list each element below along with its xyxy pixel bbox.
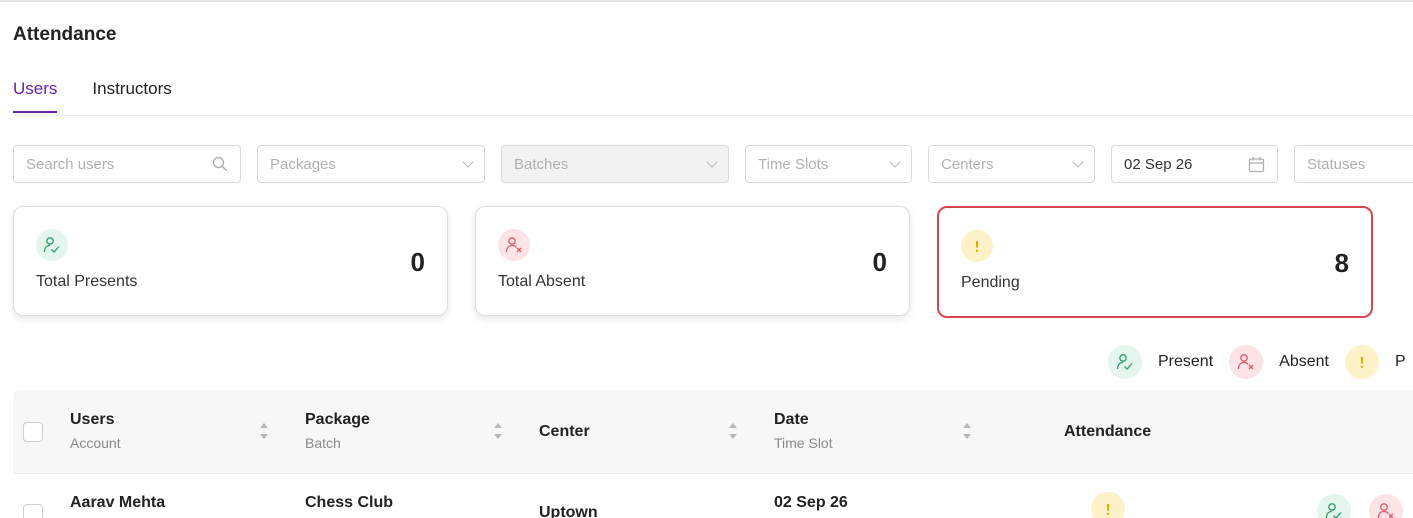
sort-icon[interactable] [962,423,972,439]
row-checkbox[interactable] [23,504,43,518]
row-package: Chess Club [305,494,394,511]
column-attendance-title: Attendance [1064,423,1152,440]
column-users-title: Users [70,411,115,428]
batches-select: Batches [501,145,729,183]
total-absent-card: Total Absent 0 [475,206,910,316]
total-presents-card: Total Presents 0 [13,206,448,316]
time-slots-placeholder: Time Slots [758,155,829,173]
column-attendance: Attendance [1064,423,1151,441]
search-input[interactable]: Search users [13,145,241,183]
time-slots-select[interactable]: Time Slots [745,145,912,183]
pending-label: Pending [961,274,1020,291]
legend-present-label: Present [1158,353,1214,370]
tab-bar: Users Instructors [13,79,207,113]
user-check-icon [36,229,68,261]
column-package-subtitle: Batch [305,435,341,451]
centers-select[interactable]: Centers [928,145,1095,183]
sort-icon[interactable] [728,423,738,439]
date-value: 02 Sep 26 [1124,155,1193,173]
table-header: Users Account Package Batch Center Date … [13,390,1413,473]
column-date-subtitle: Time Slot [774,435,833,451]
attendance-legend: Present Absent P [1108,345,1413,379]
column-users-subtitle: Account [70,435,121,451]
statuses-select[interactable]: Statuses [1294,145,1413,183]
column-users: Users Account [70,411,121,451]
row-center: Uptown [539,504,598,518]
total-absent-label: Total Absent [498,273,586,290]
tab-instructors[interactable]: Instructors [92,79,171,113]
packages-placeholder: Packages [270,155,336,173]
column-package-title: Package [305,411,370,428]
total-presents-label: Total Presents [36,273,138,290]
exclamation-icon [1344,345,1379,379]
calendar-icon [1248,156,1265,172]
search-icon [212,156,227,171]
legend-absent-label: Absent [1279,353,1329,370]
pending-status-icon [1091,492,1125,518]
batches-placeholder: Batches [514,155,569,173]
tabs-divider [13,115,1413,116]
exclamation-icon [961,230,993,262]
chevron-down-icon [462,155,474,168]
column-package: Package Batch [305,411,370,451]
chevron-down-icon [889,155,901,168]
sort-icon[interactable] [259,423,269,439]
user-x-icon [498,229,530,261]
legend-pending-label: P [1394,353,1406,370]
row-user-name: Aarav Mehta [70,494,166,511]
column-center-title: Center [539,423,590,440]
mark-present-button[interactable] [1317,494,1351,518]
column-date: Date Time Slot [774,411,833,451]
top-divider [0,0,1413,2]
chevron-down-icon [706,155,718,168]
mark-absent-button[interactable] [1369,494,1403,518]
page-title: Attendance [13,24,117,45]
row-date: 02 Sep 26 [774,494,848,511]
column-date-title: Date [774,411,809,428]
total-absent-value: 0 [872,247,887,277]
user-x-icon [1229,345,1264,379]
search-placeholder: Search users [26,155,115,173]
statuses-placeholder: Statuses [1307,155,1366,173]
centers-placeholder: Centers [941,155,994,173]
pending-value: 8 [1334,248,1349,278]
user-x-icon [1377,503,1394,518]
chevron-down-icon [1072,155,1084,168]
date-picker[interactable]: 02 Sep 26 [1111,145,1278,183]
column-center: Center [539,423,590,441]
tab-users[interactable]: Users [13,79,58,113]
user-check-icon [1108,345,1142,379]
select-all-checkbox[interactable] [23,422,43,442]
packages-select[interactable]: Packages [257,145,485,183]
pending-card: Pending 8 [937,206,1373,318]
user-check-icon [1325,503,1342,518]
table-row[interactable]: Aarav Mehta Chess Club Uptown 02 Sep 26 [13,473,1413,518]
total-presents-value: 0 [410,247,425,277]
sort-icon[interactable] [493,423,503,439]
